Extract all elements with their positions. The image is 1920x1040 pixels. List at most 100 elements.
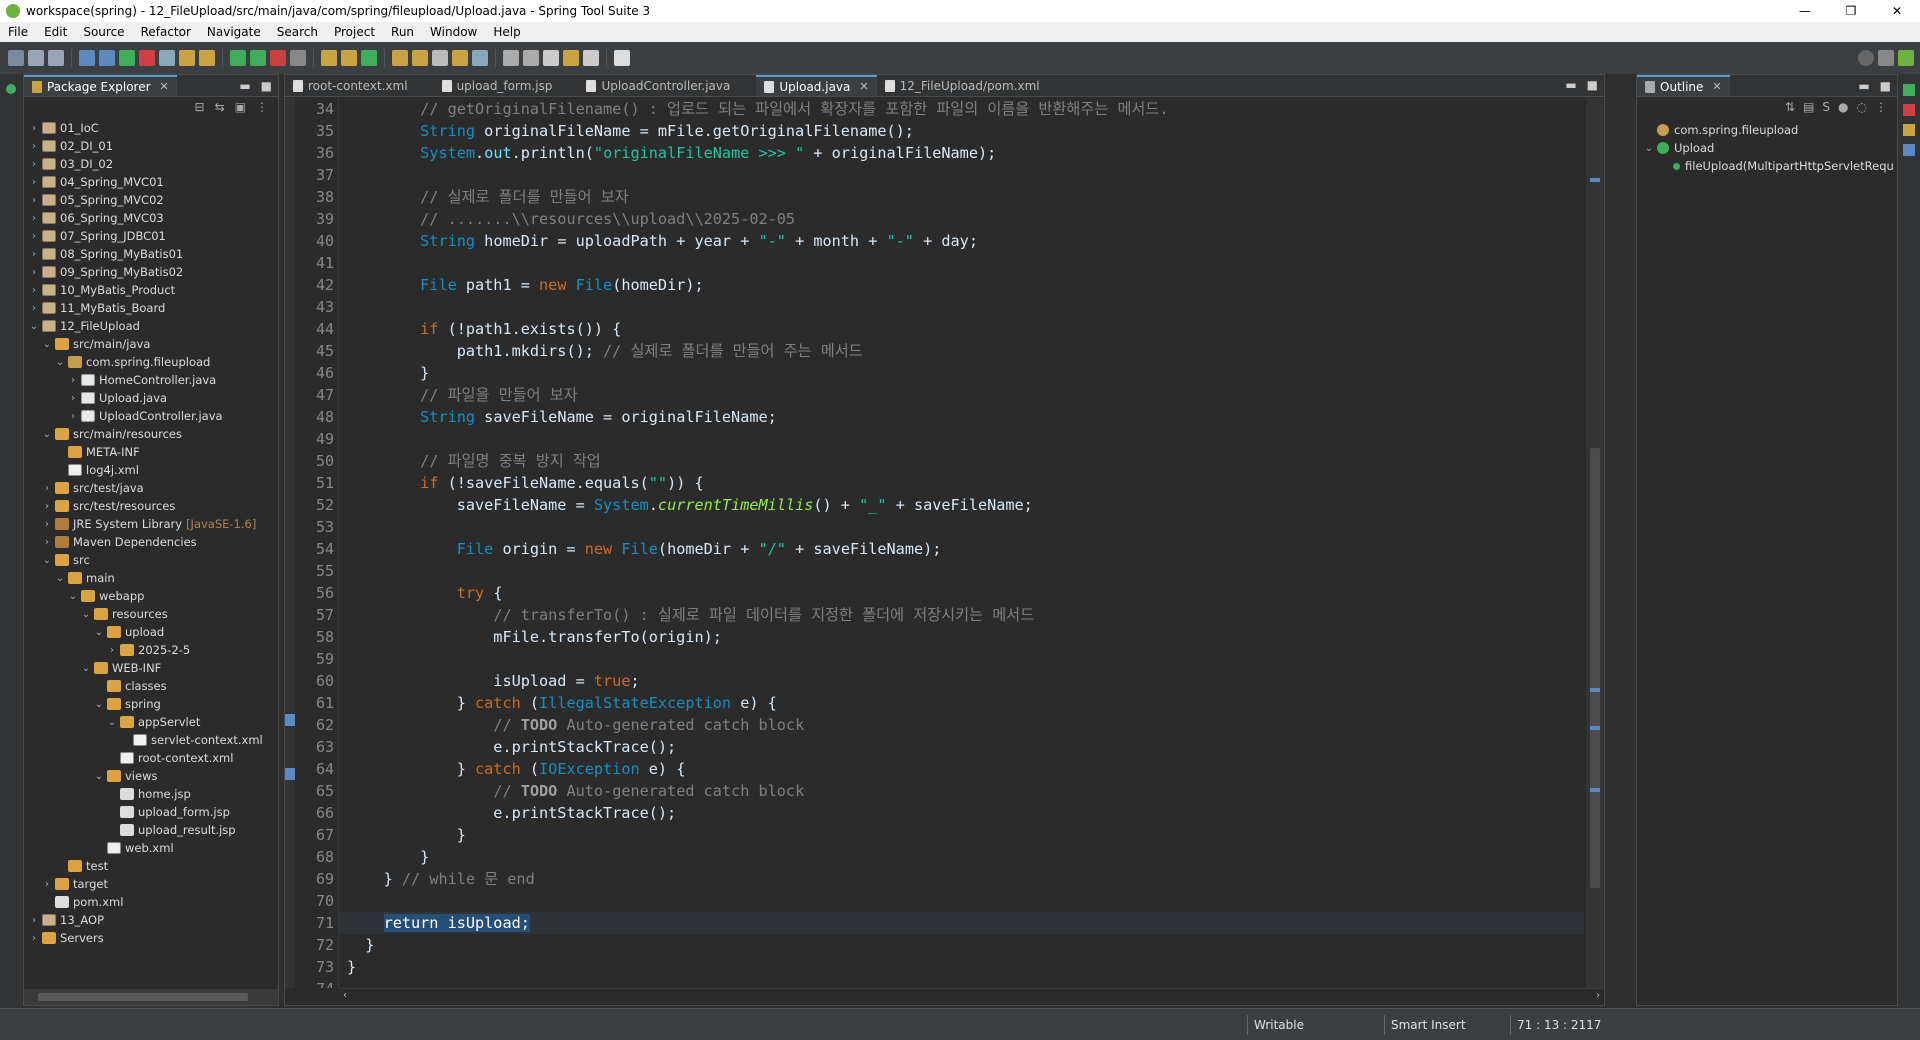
open-type-icon[interactable] (79, 50, 95, 66)
chevron-down-icon[interactable]: ⌄ (93, 771, 105, 782)
tree-item[interactable]: › 02_DI_01 (24, 137, 278, 155)
scroll-left-icon[interactable]: ‹ (343, 990, 347, 1001)
tree-item[interactable]: ⌄ webapp (24, 587, 278, 605)
menu-source[interactable]: Source (75, 25, 132, 39)
code-line[interactable] (339, 252, 1584, 274)
code-line[interactable]: e.printStackTrace(); (339, 802, 1584, 824)
skip-breakpoints-icon[interactable] (159, 50, 175, 66)
open-file-icon[interactable] (412, 50, 428, 66)
editor-tab[interactable]: upload_form.jsp (434, 75, 579, 96)
boot-dashboard-trim-icon[interactable] (6, 84, 16, 94)
code-line[interactable]: } (339, 846, 1584, 868)
open-folder-icon[interactable] (392, 50, 408, 66)
tree-item[interactable]: › HomeController.java (24, 371, 278, 389)
code-line[interactable]: // 실제로 폴더를 만들어 보자 (339, 186, 1584, 208)
code-line[interactable]: if (!saveFileName.equals("")) { (339, 472, 1584, 494)
chevron-right-icon[interactable]: › (41, 501, 53, 512)
tree-item[interactable]: › src/test/resources (24, 497, 278, 515)
tab-outline[interactable]: Outline ✕ (1637, 75, 1730, 96)
back-icon[interactable] (543, 50, 559, 66)
code-editor[interactable]: 34 35 36 37 38 39 40 41 42 43 44 45 46 47 48 49 50 51 52 53… (285, 98, 1604, 988)
hide-local-types-icon[interactable]: ◌ (1857, 100, 1867, 114)
sort-icon[interactable]: ⇅ (1785, 100, 1795, 114)
code-line[interactable]: e.printStackTrace(); (339, 736, 1584, 758)
annotation-icon[interactable] (472, 50, 488, 66)
tree-item[interactable]: ⌄ spring (24, 695, 278, 713)
tree-item[interactable]: ⌄ 12_FileUpload (24, 317, 278, 335)
overview-marker[interactable] (1590, 726, 1600, 730)
code-line[interactable]: // transferTo() : 실제로 파일 데이터를 지정한 폴더에 저장… (339, 604, 1584, 626)
chevron-right-icon[interactable]: › (28, 123, 40, 134)
pen-icon[interactable] (199, 50, 215, 66)
tree-item[interactable]: root-context.xml (24, 749, 278, 767)
new-package-icon[interactable] (341, 50, 357, 66)
tree-item[interactable]: › src/test/java (24, 479, 278, 497)
code-line[interactable]: try { (339, 582, 1584, 604)
build-icon[interactable] (179, 50, 195, 66)
code-line[interactable]: if (!path1.exists()) { (339, 318, 1584, 340)
task-icon[interactable] (452, 50, 468, 66)
tree-item[interactable]: › 01_IoC (24, 119, 278, 137)
tree-item[interactable]: web.xml (24, 839, 278, 857)
code-line[interactable] (339, 164, 1584, 186)
code-line[interactable]: } (339, 934, 1584, 956)
code-line[interactable]: // 파일명 중복 방지 작업 (339, 450, 1584, 472)
minimize-view-icon[interactable]: ▬ (1858, 79, 1869, 93)
tree-item[interactable]: › 09_Spring_MyBatis02 (24, 263, 278, 281)
tree-item[interactable]: › 2025-2-5 (24, 641, 278, 659)
code-line[interactable] (339, 890, 1584, 912)
code-line[interactable]: } // while 문 end (339, 868, 1584, 890)
tree-item[interactable]: › 11_MyBatis_Board (24, 299, 278, 317)
code-line[interactable]: } catch (IllegalStateException e) { (339, 692, 1584, 714)
chevron-right-icon[interactable]: › (28, 303, 40, 314)
tree-item[interactable]: › 08_Spring_MyBatis01 (24, 245, 278, 263)
code-line[interactable]: File origin = new File(homeDir + "/" + s… (339, 538, 1584, 560)
code-line[interactable]: path1.mkdirs(); // 실제로 폴더를 만들어 주는 메서드 (339, 340, 1584, 362)
tree-item[interactable]: pom.xml (24, 893, 278, 911)
tree-item[interactable]: ⌄ resources (24, 605, 278, 623)
problems-trim-icon[interactable] (1903, 104, 1915, 116)
maximize-button[interactable]: ❐ (1828, 0, 1874, 22)
search-toolbar-icon[interactable] (432, 50, 448, 66)
code-line[interactable]: // TODO Auto-generated catch block (339, 714, 1584, 736)
editor-tab[interactable]: UploadController.java (578, 75, 756, 96)
console-trim-icon[interactable] (1903, 84, 1915, 96)
overview-marker[interactable] (1590, 788, 1600, 792)
minimize-editor-icon[interactable]: ▬ (1565, 78, 1576, 92)
tree-item[interactable]: › 07_Spring_JDBC01 (24, 227, 278, 245)
chevron-right-icon[interactable]: › (106, 645, 118, 656)
close-button[interactable]: ✕ (1874, 0, 1920, 22)
tab-package-explorer[interactable]: Package Explorer ✕ (24, 75, 177, 96)
coverage-icon[interactable] (290, 50, 306, 66)
maximize-view-icon[interactable]: ■ (261, 79, 272, 93)
chevron-right-icon[interactable]: › (41, 537, 53, 548)
menu-search[interactable]: Search (269, 25, 326, 39)
tree-item[interactable]: › 10_MyBatis_Product (24, 281, 278, 299)
maximize-editor-icon[interactable]: ■ (1587, 78, 1598, 92)
tree-item[interactable]: › target (24, 875, 278, 893)
code-line[interactable]: isUpload = true; (339, 670, 1584, 692)
chevron-right-icon[interactable]: › (67, 375, 79, 386)
tree-item[interactable]: test (24, 857, 278, 875)
chevron-right-icon[interactable]: › (28, 933, 40, 944)
tree-item[interactable]: › Maven Dependencies (24, 533, 278, 551)
tasks-trim-icon[interactable] (1903, 124, 1915, 136)
new-icon[interactable] (8, 50, 24, 66)
overview-marker[interactable] (1590, 688, 1600, 692)
outline-item[interactable]: com.spring.fileupload (1637, 121, 1897, 139)
chevron-right-icon[interactable]: › (28, 141, 40, 152)
code-line[interactable]: File path1 = new File(homeDir); (339, 274, 1584, 296)
scroll-right-icon[interactable]: › (1596, 990, 1600, 1001)
package-explorer-hscrollbar[interactable] (24, 989, 278, 1005)
code-line[interactable]: saveFileName = System.currentTimeMillis(… (339, 494, 1584, 516)
chevron-down-icon[interactable]: ⌄ (41, 339, 53, 350)
tree-item[interactable]: › 05_Spring_MVC02 (24, 191, 278, 209)
close-icon[interactable]: ✕ (859, 80, 868, 93)
menu-file[interactable]: File (0, 25, 36, 39)
minimize-view-icon[interactable]: ▬ (239, 79, 250, 93)
hide-non-public-icon[interactable]: ● (1838, 100, 1848, 114)
view-menu-icon[interactable]: ⋮ (256, 100, 268, 114)
tree-item[interactable]: ⌄ views (24, 767, 278, 785)
editor-tab[interactable]: 12_FileUpload/pom.xml (877, 75, 1066, 96)
tree-item[interactable]: ⌄ appServlet (24, 713, 278, 731)
